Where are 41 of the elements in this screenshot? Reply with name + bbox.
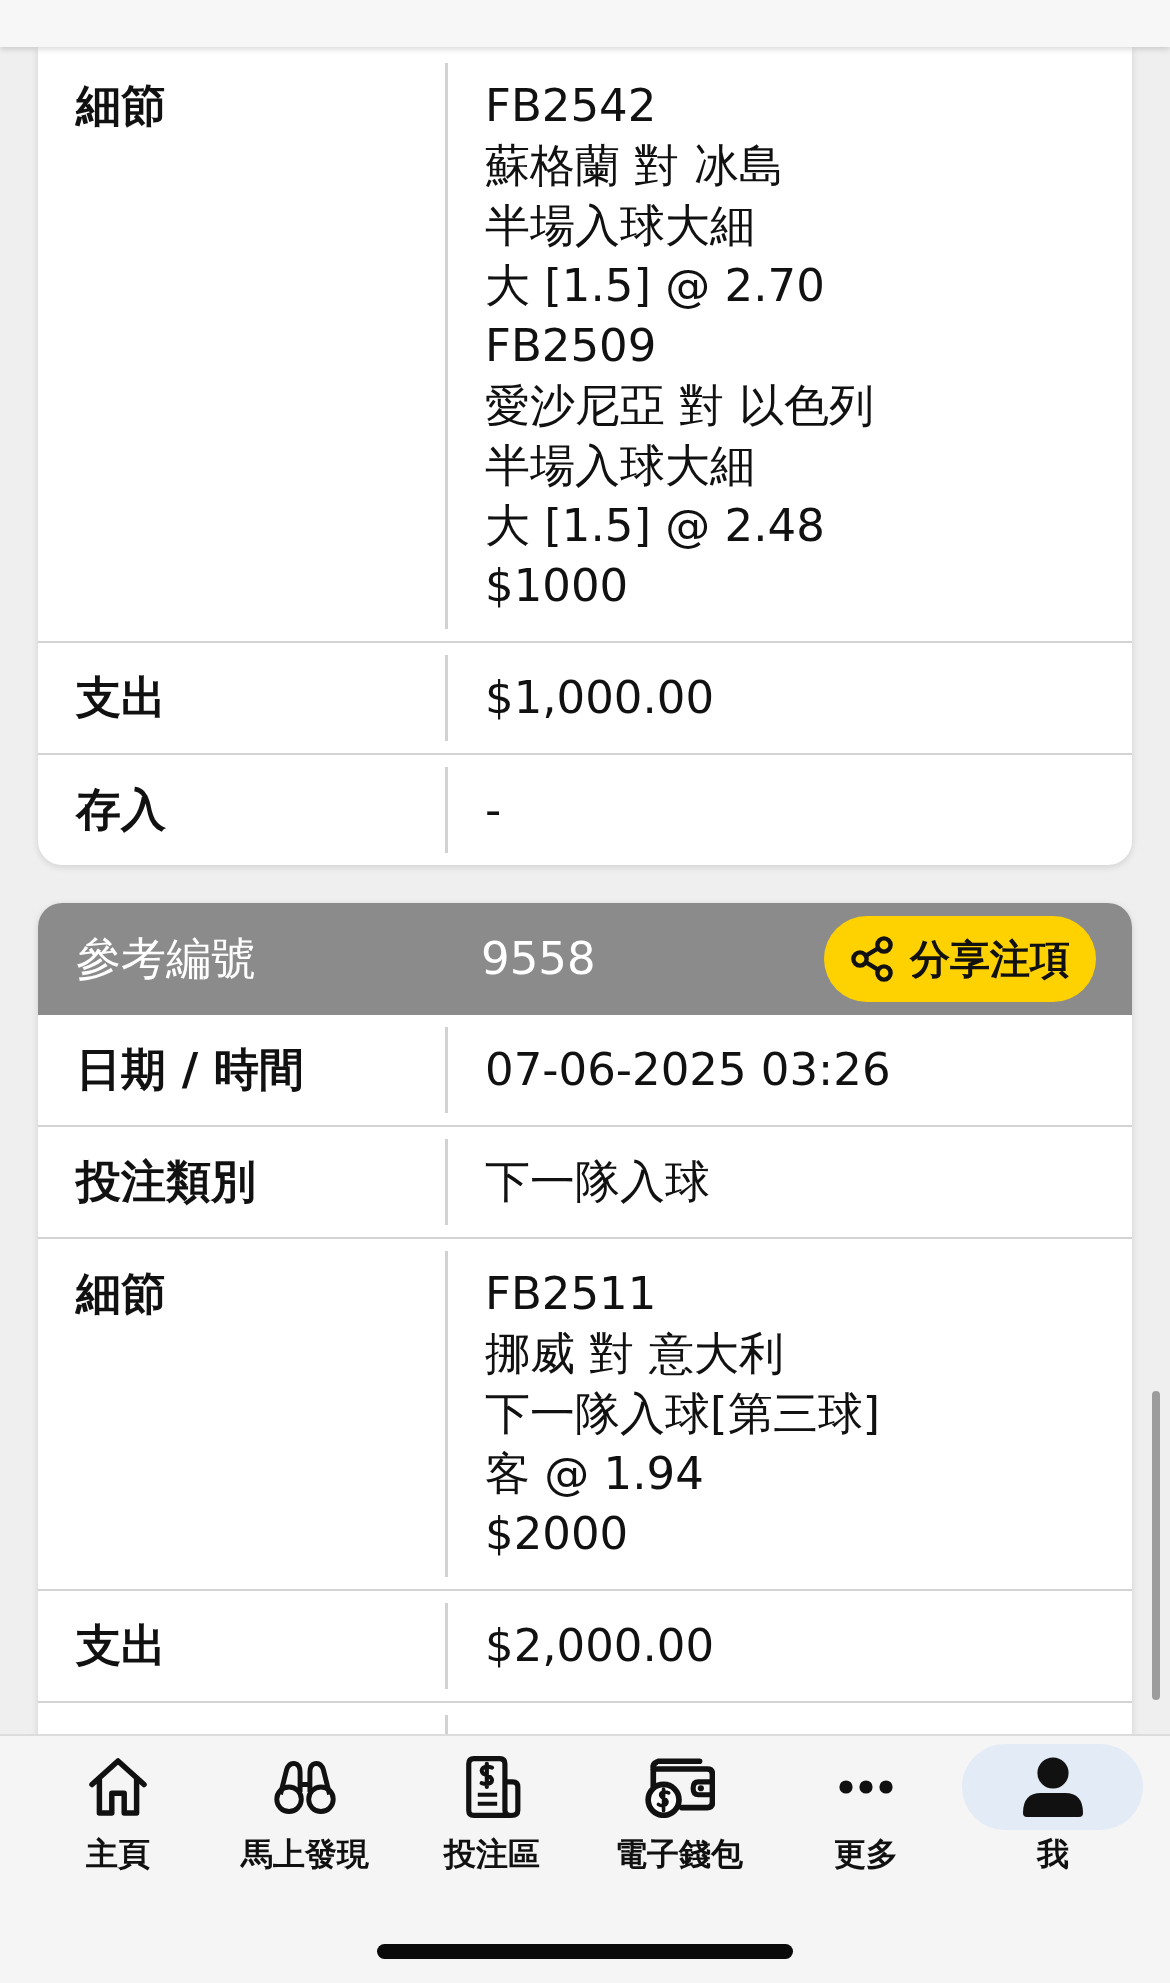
nav-tab[interactable]: 更多	[772, 1744, 959, 1874]
nav-tab[interactable]: 馬上發現	[211, 1744, 398, 1874]
field-label: 支出	[76, 670, 166, 726]
nav-tab[interactable]: 我	[959, 1744, 1146, 1874]
detail-line: 下一隊入球[第三球]	[485, 1386, 881, 1442]
field-label: 存入	[76, 782, 166, 838]
field-label: 日期 / 時間	[76, 1042, 304, 1098]
detail-line: 半場入球大細	[485, 438, 755, 494]
field-label: 支出	[76, 1618, 166, 1674]
binoculars-icon	[272, 1760, 337, 1814]
field-value: $2,000.00	[485, 1618, 715, 1674]
field-value: -	[485, 782, 502, 838]
detail-line: 大 [1.5] @ 2.48	[485, 498, 825, 554]
share-bet-button[interactable]: 分享注項	[824, 916, 1096, 1002]
detail-line: 大 [1.5] @ 2.70	[485, 258, 825, 314]
home-icon	[87, 1756, 148, 1818]
share-icon	[848, 935, 896, 983]
reference-number: 9558	[481, 931, 596, 987]
detail-line: 半場入球大細	[485, 198, 755, 254]
detail-line: 愛沙尼亞 對 以色列	[485, 378, 874, 434]
more-icon	[838, 1780, 893, 1794]
detail-line: FB2542	[485, 78, 657, 134]
field-value: $1,000.00	[485, 670, 715, 726]
detail-line: $1000	[485, 558, 629, 614]
nav-tab[interactable]: 電子錢包	[585, 1744, 772, 1874]
detail-line: 客 @ 1.94	[485, 1446, 704, 1502]
nav-tab[interactable]: 主頁	[24, 1744, 211, 1874]
field-label: 投注類別	[76, 1154, 256, 1210]
detail-line: FB2509	[485, 318, 657, 374]
field-value: 07-06-2025 03:26	[485, 1042, 891, 1098]
detail-line: FB2511	[485, 1266, 657, 1322]
detail-line: 挪威 對 意大利	[485, 1326, 784, 1382]
field-label: 細節	[76, 78, 166, 134]
detail-line: $2000	[485, 1506, 629, 1562]
wallet-icon	[642, 1756, 715, 1818]
field-label: 細節	[76, 1266, 166, 1322]
scrollbar-thumb[interactable]	[1152, 1391, 1160, 1700]
field-value: 下一隊入球	[485, 1154, 710, 1210]
detail-line: 蘇格蘭 對 冰島	[485, 138, 784, 194]
nav-tab[interactable]: 投注區	[398, 1744, 585, 1874]
reference-number-label: 參考編號	[76, 931, 256, 987]
